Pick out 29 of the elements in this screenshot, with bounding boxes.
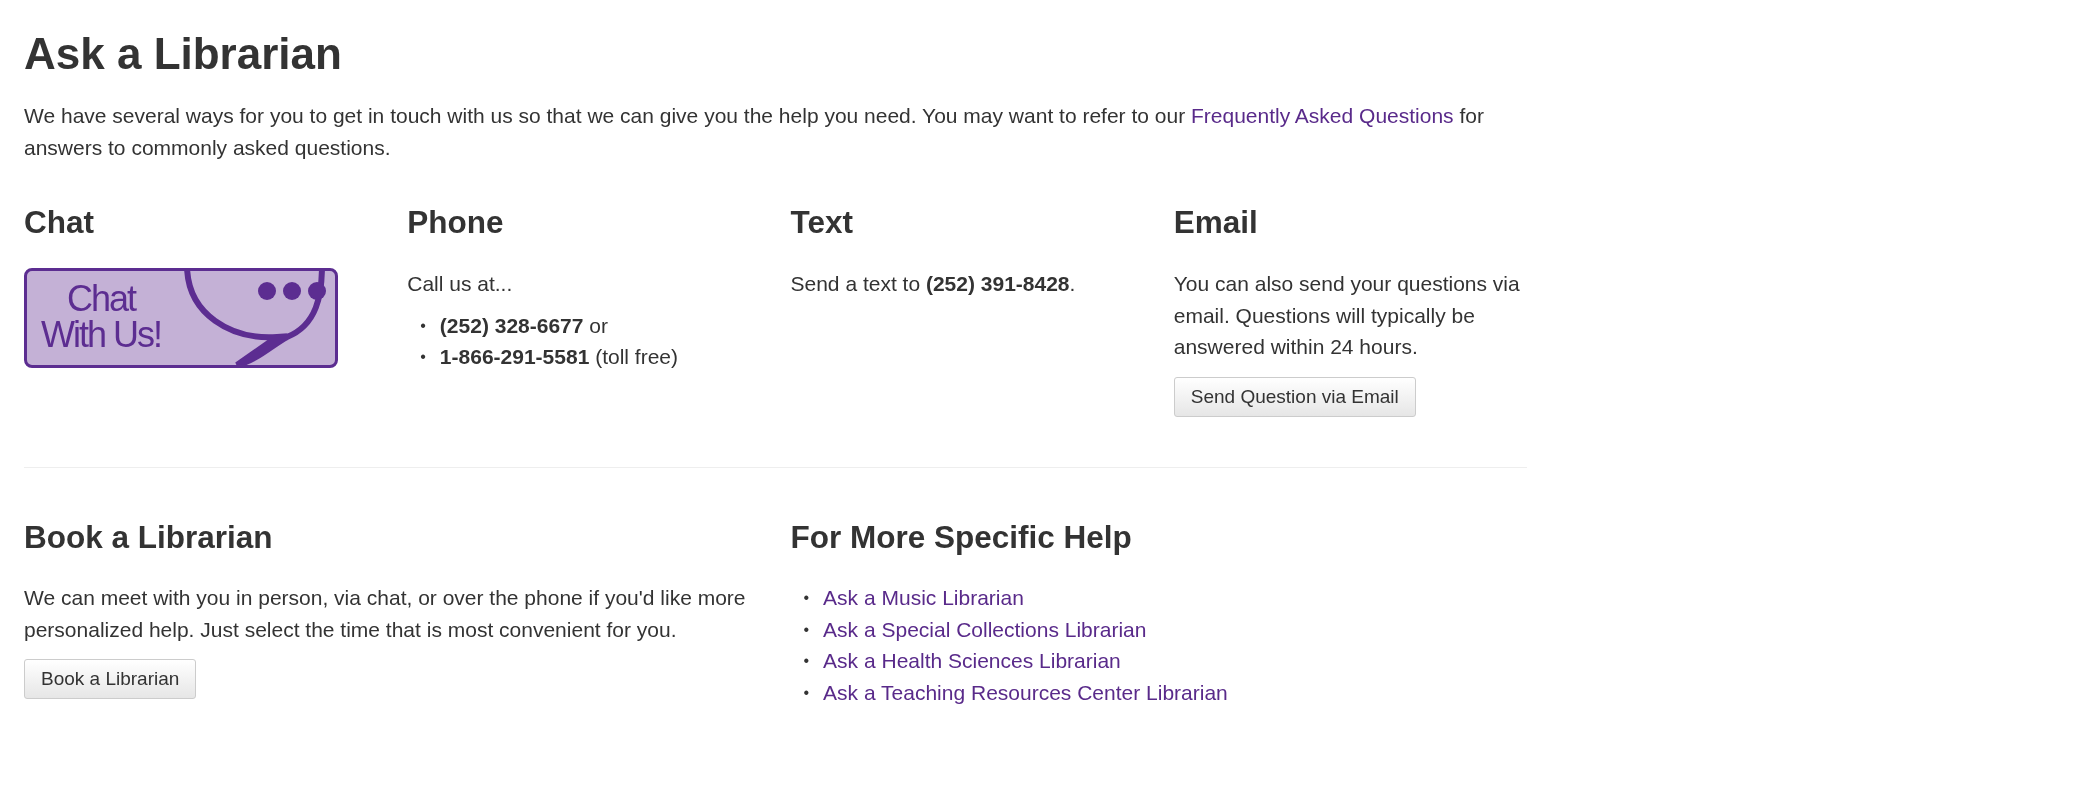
bullet: • [420,315,426,336]
phone-lead: Call us at... [407,271,514,298]
section-heading: For More Specific Help [790,519,1133,555]
book-librarian-button[interactable]: Book a Librarian [24,659,197,700]
faq-link[interactable]: Frequently Asked Questions [1190,104,1454,128]
section-heading: Phone [407,205,505,241]
phone-number: (252) 328-6677 or [439,312,608,339]
book-description: We can meet with you in person, via chat, or over the phone if you'd like more personalized help. Just select the time that is most convenient for you. [24,585,747,643]
bullet: • [803,619,810,640]
text-instructions: Send a text to (252) 391-8428. [790,272,1076,296]
chat-button[interactable]: Chat With Us! [24,268,338,369]
send-email-button[interactable]: Send Question via Email [1173,376,1416,417]
intro-text: We have several ways for you to get in touch with us so that we can give you the help you need. You may want to refer to our Frequently Asked Questions for answers to commonly asked questions. [24,103,1484,161]
librarian-link[interactable]: Ask a Teaching Resources Center Librarian [823,676,1228,709]
section-heading: Book a Librarian [24,519,274,555]
librarian-link[interactable]: Ask a Special Collections Librarian [823,613,1147,646]
bullet: • [420,347,426,368]
section-heading: Chat [24,205,95,241]
section-heading: Email [1173,205,1259,241]
chat-label: Chat With Us! [41,281,161,354]
librarian-link[interactable]: Ask a Health Sciences Librarian [823,645,1121,677]
librarian-link[interactable]: Ask a Music Librarian [823,582,1024,614]
bullet: • [803,588,810,609]
section-heading: Text [790,205,854,241]
phone-number: 1-866-291-5581 (toll free) [439,344,678,371]
email-description: You can also send your questions via email. Questions will typically be answered within 24 hours. [1173,271,1521,361]
page-title: Ask a Librarian [24,30,343,79]
bullet: • [803,682,810,703]
bullet: • [803,651,810,672]
